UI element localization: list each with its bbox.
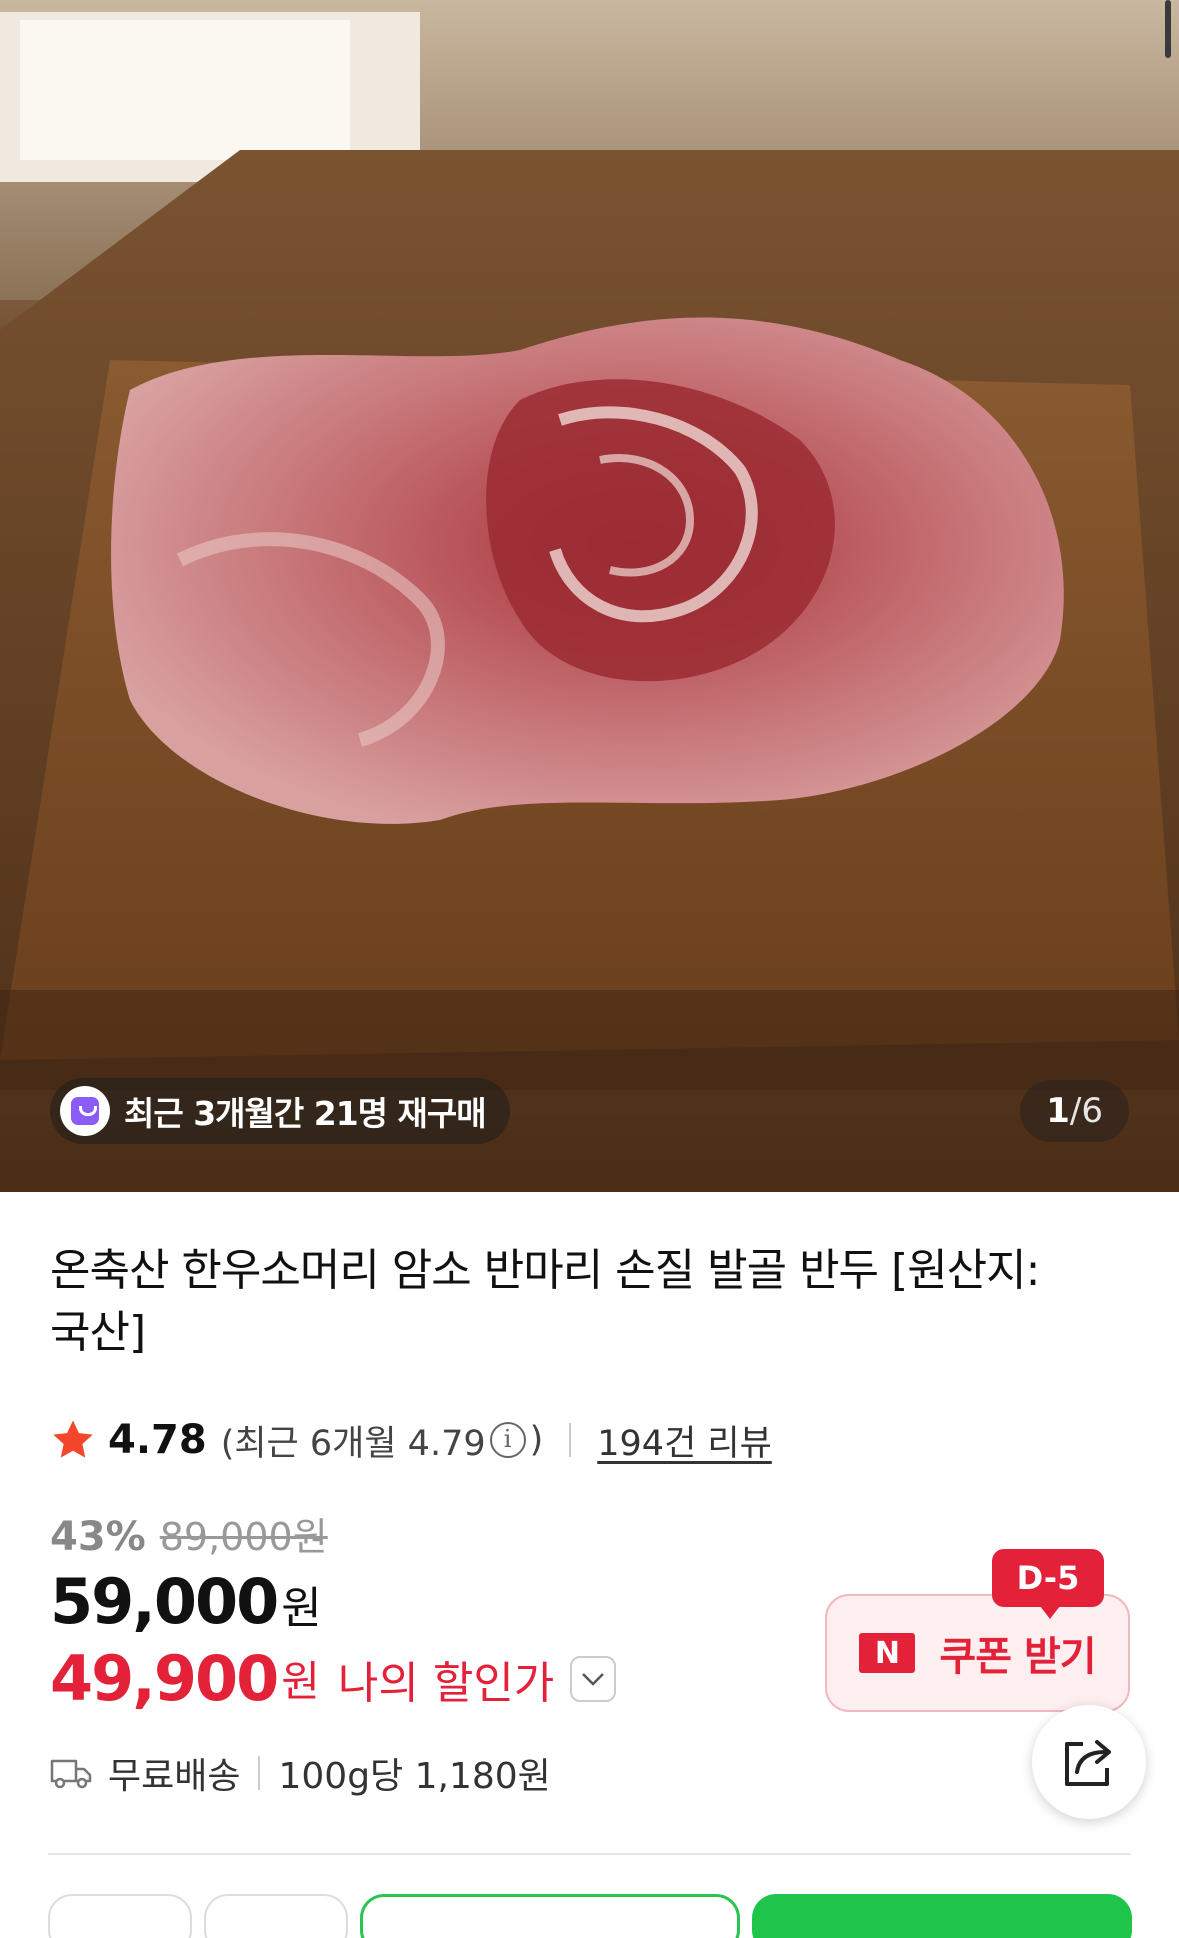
talk-button[interactable]: [204, 1894, 348, 1938]
my-discount-price: 49,900 원 나의 할인가: [50, 1642, 617, 1715]
truck-icon: [50, 1759, 92, 1789]
my-price-unit: 원: [281, 1657, 320, 1706]
coupon-button[interactable]: N 쿠폰 받기: [825, 1594, 1130, 1712]
bottom-action-bar: [0, 1890, 1179, 1938]
coupon-label: 쿠폰 받기: [939, 1634, 1096, 1680]
info-icon[interactable]: i: [489, 1422, 526, 1458]
rating-divider: [569, 1423, 572, 1457]
repurchase-text: 최근 3개월간 21명 재구매: [124, 1094, 487, 1133]
recent-rating: (최근 6개월 4.79 i ): [221, 1415, 544, 1466]
naver-logo-icon: N: [859, 1633, 916, 1673]
my-price-label: 나의 할인가: [337, 1657, 555, 1709]
sale-price: 59,000 원: [50, 1565, 322, 1638]
dday-badge: D-5: [992, 1549, 1104, 1619]
discount-row: 43% 89,000원: [50, 1506, 328, 1561]
star-icon: [53, 1420, 93, 1458]
section-divider: [48, 1853, 1131, 1855]
shopping-bag-icon: [60, 1086, 110, 1136]
recent-rating-close: ): [529, 1420, 544, 1460]
chevron-down-icon[interactable]: [570, 1655, 617, 1702]
buy-button[interactable]: [752, 1894, 1132, 1938]
product-image[interactable]: 최근 3개월간 21명 재구매 1 / 6: [0, 0, 1179, 1192]
sale-price-unit: 원: [281, 1583, 322, 1634]
share-button[interactable]: [1032, 1705, 1146, 1819]
meat-photo: [0, 0, 1179, 1192]
shipping-divider: [258, 1756, 261, 1790]
unit-price: 100g당 1,180원: [278, 1756, 551, 1797]
my-price-value: 49,900: [50, 1642, 279, 1715]
shipping-row: 무료배송 100g당 1,180원: [50, 1747, 551, 1799]
scroll-indicator: [1165, 0, 1171, 58]
counter-total: 6: [1081, 1091, 1103, 1131]
image-page-counter: 1 / 6: [1020, 1080, 1129, 1142]
product-title: 온축산 한우소머리 암소 반마리 손질 발골 반두 [원산지:국산]: [50, 1245, 1040, 1358]
free-shipping: 무료배송: [108, 1756, 241, 1797]
rating-value: 4.78: [108, 1417, 207, 1463]
recent-rating-text: (최근 6개월 4.79: [220, 1423, 486, 1464]
counter-separator: /: [1069, 1091, 1082, 1131]
counter-current: 1: [1046, 1091, 1070, 1131]
rating-row: 4.78 (최근 6개월 4.79 i ) 194건 리뷰: [50, 1412, 772, 1468]
repurchase-badge: 최근 3개월간 21명 재구매: [50, 1078, 510, 1144]
sale-price-value: 59,000: [50, 1565, 279, 1638]
review-link[interactable]: 194건 리뷰: [597, 1415, 772, 1466]
discount-percent: 43%: [50, 1514, 146, 1560]
wishlist-button[interactable]: [48, 1894, 192, 1938]
share-icon: [1065, 1740, 1111, 1786]
cart-button[interactable]: [360, 1894, 740, 1938]
original-price: 89,000원: [159, 1515, 328, 1559]
